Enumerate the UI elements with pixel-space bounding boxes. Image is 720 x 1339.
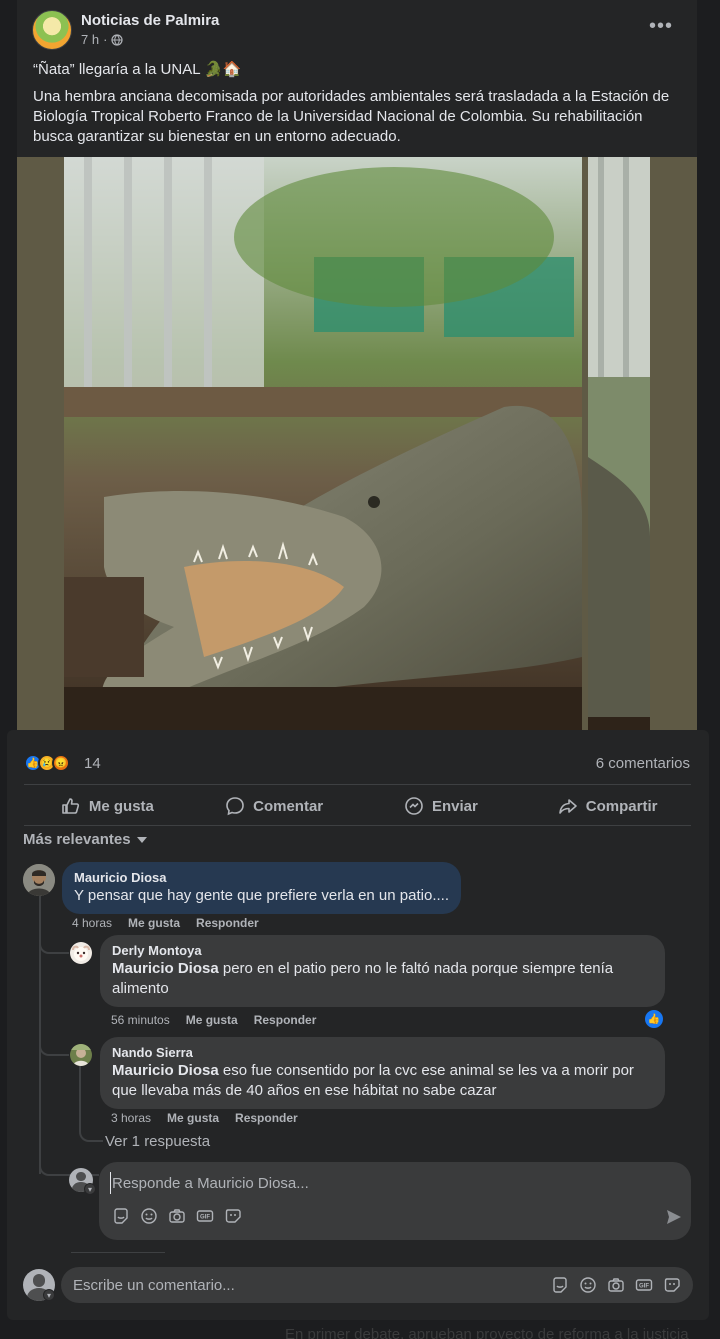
reaction-stats: 👍 😢 😠 14 6 comentarios [24, 754, 690, 774]
chevron-down-icon[interactable]: ▾ [43, 1289, 55, 1301]
reply-avatar-image [70, 1044, 92, 1066]
thread-connector [79, 1112, 103, 1142]
post-body: Una hembra anciana decomisada por autori… [33, 88, 670, 145]
reaction-count[interactable]: 14 [84, 755, 101, 772]
thumbs-up-icon [62, 798, 79, 814]
background-headline: En primer debate, aprueban proyecto de r… [285, 1326, 689, 1339]
emoji-icon[interactable] [140, 1207, 158, 1225]
comment-like-button[interactable]: Me gusta [128, 916, 180, 930]
like-reaction-badge[interactable]: 👍 [645, 1010, 663, 1028]
svg-text:GIF: GIF [639, 1284, 649, 1290]
post-meta: 7 h · [81, 32, 124, 47]
send-label: Enviar [431, 797, 478, 815]
reply-like-button[interactable]: Me gusta [186, 1013, 238, 1027]
sticker-icon[interactable] [112, 1207, 130, 1225]
share-label: Compartir [585, 797, 658, 815]
post-title: “Ñata” llegaría a la UNAL 🐊🏠 [33, 61, 242, 78]
comment-text: Y pensar que hay gente que prefiere verl… [74, 887, 449, 904]
sort-label: Más relevantes [23, 831, 131, 848]
reaction-icons[interactable]: 👍 😢 😠 [24, 754, 70, 772]
comment-count[interactable]: 6 comentarios [596, 755, 690, 772]
comments-panel: 👍 😢 😠 14 6 comentarios Me gusta Comentar… [7, 730, 709, 1320]
more-options-icon[interactable]: ••• [647, 16, 675, 40]
thread-line [79, 1064, 81, 1114]
gif-icon[interactable]: GIF [196, 1207, 214, 1225]
reply-input[interactable] [110, 1172, 670, 1194]
emoji-icon[interactable] [579, 1276, 597, 1294]
sticker-icon[interactable] [551, 1276, 569, 1294]
avatar-sticker-icon[interactable] [663, 1276, 681, 1294]
comment-reply-button[interactable]: Responder [196, 916, 259, 930]
mention-link[interactable]: Mauricio Diosa [112, 960, 219, 977]
comment-actions: 4 horas Me gusta Responder [72, 916, 259, 930]
comment-author[interactable]: Mauricio Diosa [74, 870, 449, 886]
reply-time[interactable]: 56 minutos [111, 1013, 170, 1027]
post-card: Noticias de Palmira 7 h · ••• “Ñata” lle… [17, 0, 697, 742]
reply-reply-button[interactable]: Responder [235, 1111, 298, 1125]
reply-like-button[interactable]: Me gusta [167, 1111, 219, 1125]
reply-author[interactable]: Nando Sierra [112, 1045, 653, 1061]
crocodile-photo [64, 157, 582, 742]
reply-composer: GIF [99, 1162, 691, 1240]
svg-text:GIF: GIF [200, 1215, 210, 1221]
chevron-down-icon[interactable]: ▾ [84, 1183, 96, 1195]
post-time[interactable]: 7 h [81, 32, 99, 47]
gif-icon[interactable]: GIF [635, 1276, 653, 1294]
page-name[interactable]: Noticias de Palmira [81, 12, 219, 29]
comment-time[interactable]: 4 horas [72, 916, 112, 930]
post-actions: Me gusta Comentar Enviar Compartir [24, 788, 691, 824]
view-more-replies-link[interactable]: Ver 1 respuesta [105, 1133, 210, 1150]
divider [24, 784, 691, 785]
comment-icon [226, 797, 244, 816]
camera-icon[interactable] [168, 1207, 186, 1225]
reply-actions: 56 minutos Me gusta Responder [111, 1013, 316, 1027]
post-photo[interactable] [17, 157, 697, 742]
post-header: Noticias de Palmira 7 h · ••• [17, 0, 697, 56]
reply-actions: 3 horas Me gusta Responder [111, 1111, 298, 1125]
reply-author[interactable]: Derly Montoya [112, 943, 653, 959]
thread-connector [39, 1030, 69, 1056]
reply-bubble: Nando Sierra Mauricio Diosa eso fue cons… [100, 1037, 665, 1109]
reply-text: Mauricio Diosa pero en el patio pero no … [112, 959, 653, 999]
reply-bubble: Derly Montoya Mauricio Diosa pero en el … [100, 935, 665, 1007]
avatar[interactable] [23, 864, 55, 896]
avatar[interactable] [70, 1044, 92, 1066]
comment-button[interactable]: Comentar [191, 788, 358, 824]
like-label: Me gusta [88, 797, 154, 815]
reply-reply-button[interactable]: Responder [254, 1013, 317, 1027]
divider [71, 1252, 165, 1253]
thread-connector [39, 926, 69, 954]
send-icon[interactable] [665, 1208, 683, 1226]
thread-connector [39, 1142, 99, 1176]
comment-composer: GIF [61, 1267, 693, 1303]
composer-toolbar: GIF [112, 1207, 242, 1225]
like-button[interactable]: Me gusta [24, 788, 191, 824]
camera-icon[interactable] [607, 1276, 625, 1294]
caret-down-icon [136, 836, 147, 843]
angry-reaction-icon: 😠 [52, 754, 70, 772]
globe-icon [111, 33, 124, 46]
reply-text: Mauricio Diosa eso fue consentido por la… [112, 1061, 653, 1101]
comment-input[interactable] [73, 1275, 543, 1295]
share-icon [558, 799, 577, 814]
comment-label: Comentar [253, 797, 324, 815]
avatar-sticker-icon[interactable] [224, 1207, 242, 1225]
send-button[interactable]: Enviar [358, 788, 525, 824]
page-avatar[interactable] [32, 10, 72, 50]
crocodile-photo-secondary [588, 157, 650, 742]
commenter-avatar-image [23, 864, 55, 896]
divider [24, 825, 691, 826]
composer-toolbar: GIF [551, 1276, 681, 1294]
avatar[interactable] [70, 942, 92, 964]
messenger-icon [405, 797, 423, 815]
comment-bubble: Mauricio Diosa Y pensar que hay gente qu… [62, 862, 461, 914]
reply-time[interactable]: 3 horas [111, 1111, 151, 1125]
mention-link[interactable]: Mauricio Diosa [112, 1062, 219, 1079]
reply-avatar-image [70, 942, 92, 964]
share-button[interactable]: Compartir [524, 788, 691, 824]
sort-dropdown[interactable]: Más relevantes [23, 831, 147, 848]
